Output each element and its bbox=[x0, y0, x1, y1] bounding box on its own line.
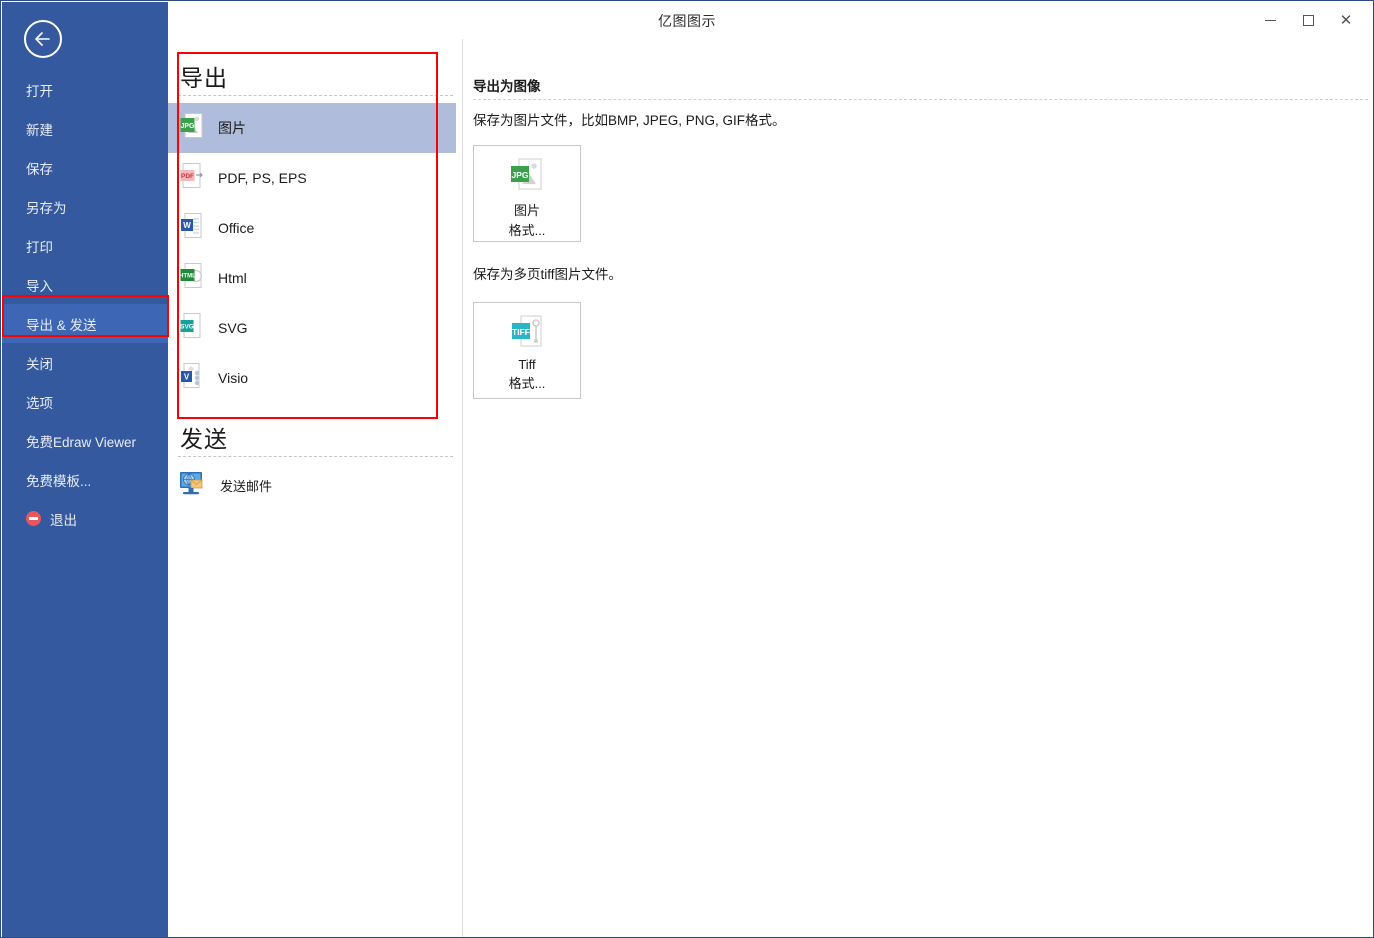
sidebar-item-new[interactable]: 新建 bbox=[2, 109, 168, 148]
sidebar-item-label: 保存 bbox=[26, 161, 53, 177]
detail-description-image: 保存为图片文件，比如BMP, JPEG, PNG, GIF格式。 bbox=[473, 113, 786, 128]
export-format-label: Visio bbox=[218, 370, 249, 386]
edraw-backstage-window: 亿图图示 ✕ 登录 打开 新建 bbox=[0, 0, 1374, 938]
sidebar-item-save-as[interactable]: 另存为 bbox=[2, 187, 168, 226]
send-list: 发送邮件 bbox=[168, 464, 456, 506]
sidebar-item-save[interactable]: 保存 bbox=[2, 148, 168, 187]
sidebar-item-print[interactable]: 打印 bbox=[2, 226, 168, 265]
sidebar-item-export-send[interactable]: 导出 & 发送 bbox=[2, 304, 168, 343]
sidebar-item-options[interactable]: 选项 bbox=[2, 382, 168, 421]
export-format-label: Html bbox=[218, 270, 247, 286]
close-icon: ✕ bbox=[1339, 10, 1353, 29]
sidebar-item-close[interactable]: 关闭 bbox=[2, 343, 168, 382]
sidebar-menu: 打开 新建 保存 另存为 打印 导入 导出 & 发送 关闭 选项 免费Edraw… bbox=[2, 70, 168, 538]
export-format-svg[interactable]: SVG SVG bbox=[168, 303, 456, 353]
svg-text:JPG: JPG bbox=[180, 123, 195, 130]
window-title: 亿图图示 bbox=[658, 13, 716, 29]
sidebar-item-label: 导出 & 发送 bbox=[26, 317, 97, 333]
svg-file-icon: SVG bbox=[179, 312, 205, 345]
maximize-button[interactable] bbox=[1289, 5, 1327, 35]
sidebar-item-label: 打印 bbox=[26, 239, 53, 255]
tiff-format-tile[interactable]: TIFF Tiff 格式... bbox=[473, 302, 581, 399]
minimize-icon bbox=[1264, 19, 1276, 21]
sidebar-item-label: 另存为 bbox=[26, 200, 67, 216]
export-format-office[interactable]: W Office bbox=[168, 203, 456, 253]
sidebar-item-label: 导入 bbox=[26, 278, 53, 294]
export-format-list: JPG 图片 PDF PDF, PS, EPS W Office HTML Ht… bbox=[168, 103, 456, 403]
window-controls: ✕ bbox=[1251, 1, 1365, 39]
export-format-image[interactable]: JPG 图片 bbox=[168, 103, 456, 153]
export-section-divider bbox=[178, 95, 453, 96]
svg-text:HTML: HTML bbox=[179, 273, 196, 279]
export-format-label: Office bbox=[218, 220, 255, 236]
svg-text:V: V bbox=[184, 372, 190, 381]
export-format-visio[interactable]: V Visio bbox=[168, 353, 456, 403]
svg-text:PDF: PDF bbox=[181, 173, 194, 180]
tile-label-line1: Tiff bbox=[518, 357, 536, 372]
svg-text:SVG: SVG bbox=[180, 323, 194, 330]
export-section-heading: 导出 bbox=[180, 65, 228, 91]
sidebar-item-label: 免费Edraw Viewer bbox=[26, 434, 137, 450]
tiff-file-icon: TIFF bbox=[508, 314, 546, 354]
export-format-pdf-ps-eps[interactable]: PDF PDF, PS, EPS bbox=[168, 153, 456, 203]
maximize-icon bbox=[1302, 14, 1314, 26]
sidebar: 打开 新建 保存 另存为 打印 导入 导出 & 发送 关闭 选项 免费Edraw… bbox=[2, 2, 168, 937]
sidebar-item-label: 关闭 bbox=[26, 356, 53, 372]
title-bar: 亿图图示 ✕ bbox=[1, 1, 1373, 39]
send-section-heading: 发送 bbox=[180, 426, 228, 452]
detail-divider bbox=[473, 99, 1368, 100]
image-format-tile[interactable]: JPG 图片 格式... bbox=[473, 145, 581, 242]
detail-title: 导出为图像 bbox=[473, 79, 541, 94]
tile-label-line2: 格式... bbox=[508, 223, 546, 238]
svg-text:JPG: JPG bbox=[511, 170, 528, 180]
sidebar-item-label: 免费模板... bbox=[26, 473, 92, 489]
sidebar-item-free-edraw-viewer[interactable]: 免费Edraw Viewer bbox=[2, 421, 168, 460]
sidebar-item-import[interactable]: 导入 bbox=[2, 265, 168, 304]
back-arrow-icon bbox=[35, 32, 50, 46]
send-section-divider bbox=[178, 456, 453, 457]
sidebar-item-open[interactable]: 打开 bbox=[2, 70, 168, 109]
exit-icon bbox=[26, 511, 41, 526]
send-item-label: 发送邮件 bbox=[220, 478, 273, 494]
sidebar-item-label: 退出 bbox=[50, 512, 77, 528]
jpg-file-icon: JPG bbox=[179, 112, 205, 145]
svg-text:TIFF: TIFF bbox=[512, 327, 530, 337]
export-format-label: SVG bbox=[218, 320, 248, 336]
sidebar-item-free-templates[interactable]: 免费模板... bbox=[2, 460, 168, 499]
tile-label-line1: 图片 bbox=[513, 203, 540, 218]
close-button[interactable]: ✕ bbox=[1327, 5, 1365, 35]
detail-description-tiff: 保存为多页tiff图片文件。 bbox=[473, 267, 623, 282]
html-file-icon: HTML bbox=[179, 262, 205, 295]
export-send-panel: 导出 JPG 图片 PDF PDF, PS, EPS W Office HTML… bbox=[168, 39, 463, 937]
jpg-file-icon: JPG bbox=[508, 157, 546, 197]
tile-label-line2: 格式... bbox=[508, 376, 546, 391]
pdf-file-icon: PDF bbox=[179, 162, 205, 195]
back-button[interactable] bbox=[24, 20, 62, 58]
send-mail-icon bbox=[179, 471, 207, 500]
sidebar-item-exit[interactable]: 退出 bbox=[2, 499, 168, 538]
export-detail-pane: 导出为图像 保存为图片文件，比如BMP, JPEG, PNG, GIF格式。 J… bbox=[463, 39, 1372, 936]
sidebar-item-label: 打开 bbox=[26, 83, 53, 99]
export-format-html[interactable]: HTML Html bbox=[168, 253, 456, 303]
minimize-button[interactable] bbox=[1251, 5, 1289, 35]
send-mail-item[interactable]: 发送邮件 bbox=[168, 464, 456, 506]
visio-file-icon: V bbox=[179, 362, 205, 395]
sidebar-item-label: 选项 bbox=[26, 395, 53, 411]
export-format-label: PDF, PS, EPS bbox=[218, 170, 307, 186]
sidebar-item-label: 新建 bbox=[26, 122, 53, 138]
svg-text:W: W bbox=[183, 221, 191, 230]
export-format-label: 图片 bbox=[218, 120, 246, 136]
word-file-icon: W bbox=[179, 212, 205, 245]
